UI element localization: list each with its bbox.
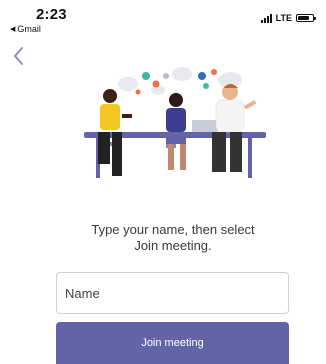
network-type: LTE (275, 13, 292, 23)
join-instructions: Type your name, then select Join meeting… (60, 222, 286, 254)
join-meeting-button[interactable]: Join meeting (56, 322, 289, 364)
back-to-app-link[interactable]: ◀ Gmail (10, 24, 41, 34)
status-time: 2:23 (36, 6, 67, 23)
status-bar: 2:23 ◀ Gmail LTE (0, 0, 326, 38)
status-indicators: LTE (260, 13, 316, 23)
name-input[interactable] (56, 272, 289, 314)
back-arrow-icon: ◀ (10, 26, 16, 33)
meeting-illustration (80, 62, 270, 192)
back-app-label: Gmail (17, 24, 41, 34)
battery-icon (296, 14, 316, 22)
signal-icon (260, 13, 272, 23)
chevron-left-icon (14, 47, 23, 65)
back-button[interactable] (10, 44, 30, 68)
join-instructions-line1: Type your name, then select (91, 222, 255, 237)
join-instructions-line2: Join meeting. (134, 238, 212, 253)
